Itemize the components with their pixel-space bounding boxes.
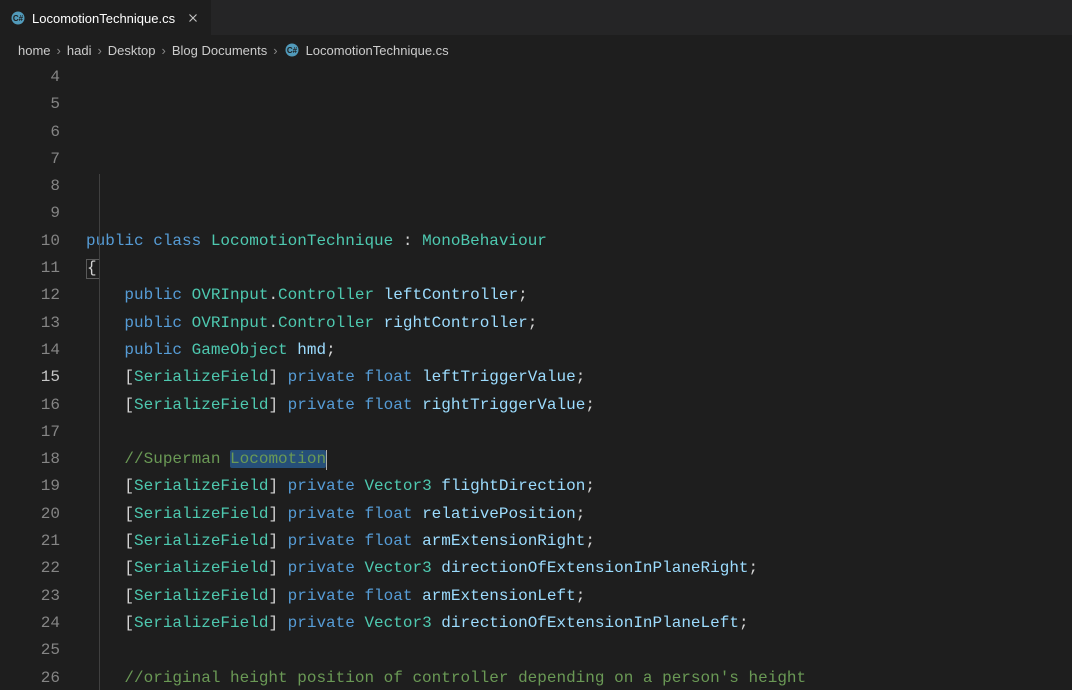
line-number-gutter: 4567891011121314151617181920212223242526 — [0, 64, 86, 690]
chevron-right-icon: › — [97, 43, 101, 58]
code-line[interactable]: [SerializeField] private Vector3 directi… — [86, 610, 1072, 637]
line-number: 20 — [0, 501, 60, 528]
svg-text:C#: C# — [286, 46, 297, 55]
line-number: 7 — [0, 146, 60, 173]
code-line[interactable] — [86, 419, 1072, 446]
code-line[interactable]: [SerializeField] private float armExtens… — [86, 583, 1072, 610]
chevron-right-icon: › — [162, 43, 166, 58]
breadcrumb-item[interactable]: hadi — [67, 43, 92, 58]
line-number: 4 — [0, 64, 60, 91]
line-number: 10 — [0, 228, 60, 255]
code-line[interactable]: [SerializeField] private Vector3 directi… — [86, 555, 1072, 582]
breadcrumb[interactable]: home › hadi › Desktop › Blog Documents ›… — [0, 36, 1072, 64]
csharp-icon: C# — [284, 42, 300, 58]
svg-text:C#: C# — [13, 14, 24, 23]
line-number: 23 — [0, 583, 60, 610]
chevron-right-icon: › — [273, 43, 277, 58]
line-number: 11 — [0, 255, 60, 282]
code-line[interactable]: [SerializeField] private float armExtens… — [86, 528, 1072, 555]
code-line[interactable]: public OVRInput.Controller rightControll… — [86, 310, 1072, 337]
line-number: 12 — [0, 282, 60, 309]
line-number: 16 — [0, 392, 60, 419]
code-line[interactable]: public OVRInput.Controller leftControlle… — [86, 282, 1072, 309]
breadcrumb-file[interactable]: LocomotionTechnique.cs — [306, 43, 449, 58]
close-tab-icon[interactable] — [185, 10, 201, 26]
line-number: 8 — [0, 173, 60, 200]
breadcrumb-item[interactable]: Blog Documents — [172, 43, 267, 58]
code-area[interactable]: public class LocomotionTechnique : MonoB… — [86, 64, 1072, 690]
code-line[interactable]: //Superman Locomotion — [86, 446, 1072, 473]
code-line[interactable] — [86, 146, 1072, 173]
line-number: 15 — [0, 364, 60, 391]
code-line[interactable]: //original height position of controller… — [86, 665, 1072, 690]
code-line[interactable]: { — [86, 255, 1072, 282]
code-line[interactable]: public class LocomotionTechnique : MonoB… — [86, 228, 1072, 255]
code-line[interactable] — [86, 173, 1072, 200]
line-number: 9 — [0, 200, 60, 227]
tab-label: LocomotionTechnique.cs — [32, 11, 175, 26]
line-number: 21 — [0, 528, 60, 555]
line-number: 17 — [0, 419, 60, 446]
tab-bar: C# LocomotionTechnique.cs — [0, 0, 1072, 36]
tab-active[interactable]: C# LocomotionTechnique.cs — [0, 0, 211, 36]
code-line[interactable]: [SerializeField] private float leftTrigg… — [86, 364, 1072, 391]
csharp-icon: C# — [10, 10, 26, 26]
line-number: 19 — [0, 473, 60, 500]
breadcrumb-item[interactable]: home — [18, 43, 51, 58]
code-line[interactable] — [86, 200, 1072, 227]
breadcrumb-item[interactable]: Desktop — [108, 43, 156, 58]
code-line[interactable] — [86, 637, 1072, 664]
line-number: 24 — [0, 610, 60, 637]
chevron-right-icon: › — [57, 43, 61, 58]
line-number: 14 — [0, 337, 60, 364]
code-line[interactable]: [SerializeField] private Vector3 flightD… — [86, 473, 1072, 500]
code-line[interactable]: [SerializeField] private float rightTrig… — [86, 392, 1072, 419]
line-number: 25 — [0, 637, 60, 664]
line-number: 18 — [0, 446, 60, 473]
code-line[interactable]: [SerializeField] private float relativeP… — [86, 501, 1072, 528]
line-number: 26 — [0, 665, 60, 690]
code-line[interactable]: public GameObject hmd; — [86, 337, 1072, 364]
line-number: 6 — [0, 119, 60, 146]
line-number: 22 — [0, 555, 60, 582]
code-editor[interactable]: 4567891011121314151617181920212223242526… — [0, 64, 1072, 690]
line-number: 5 — [0, 91, 60, 118]
line-number: 13 — [0, 310, 60, 337]
